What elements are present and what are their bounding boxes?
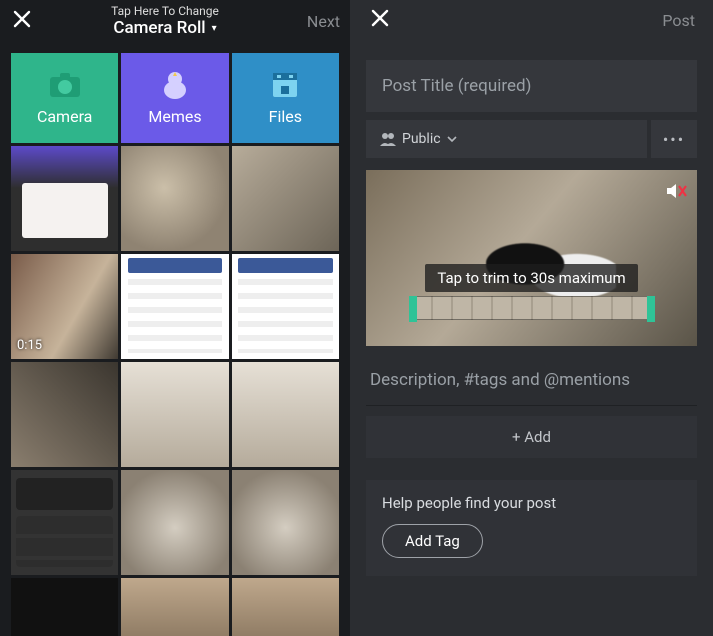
trim-handle-right[interactable] <box>647 296 655 322</box>
source-memes-label: Memes <box>148 107 201 126</box>
trim-overlay: Tap to trim to 30s maximum <box>384 264 679 320</box>
source-camera[interactable]: Camera <box>11 53 118 143</box>
privacy-selector[interactable]: Public <box>366 120 647 158</box>
close-composer-button[interactable] <box>368 8 392 33</box>
thumbnail[interactable] <box>232 146 339 251</box>
thumbnail[interactable] <box>11 146 118 251</box>
people-icon <box>380 132 396 146</box>
speaker-muted-icon <box>665 181 687 201</box>
thumbnail[interactable] <box>11 470 118 575</box>
video-duration: 0:15 <box>17 338 42 353</box>
close-icon <box>13 10 31 28</box>
camera-icon <box>48 71 82 99</box>
post-title-placeholder: Post Title (required) <box>382 76 531 96</box>
composer-header: Post <box>350 0 713 48</box>
media-picker-panel: Tap Here To Change Camera Roll ▾ Next Ca… <box>0 0 350 636</box>
tag-hint: Help people find your post <box>382 494 681 512</box>
ellipsis-icon: ••• <box>663 130 685 149</box>
video-preview[interactable]: Tap to trim to 30s maximum <box>366 170 697 346</box>
picker-header: Tap Here To Change Camera Roll ▾ Next <box>0 0 350 48</box>
thumbnail[interactable] <box>121 254 228 359</box>
thumbnail[interactable] <box>121 578 228 636</box>
tag-section: Help people find your post Add Tag <box>366 480 697 576</box>
thumbnail[interactable] <box>232 578 339 636</box>
thumbnail[interactable] <box>11 362 118 467</box>
source-files-label: Files <box>269 107 302 126</box>
memes-icon <box>158 71 192 99</box>
close-icon <box>371 9 389 27</box>
gallery: 0:15 <box>0 146 350 636</box>
privacy-label: Public <box>402 131 441 147</box>
thumbnail[interactable] <box>232 362 339 467</box>
mute-toggle[interactable] <box>665 180 687 202</box>
thumbnail[interactable] <box>121 146 228 251</box>
add-media-button[interactable]: + Add <box>366 416 697 458</box>
trim-hint: Tap to trim to 30s maximum <box>425 264 637 292</box>
description-placeholder: Description, #tags and @mentions <box>370 370 630 390</box>
next-button[interactable]: Next <box>296 12 340 31</box>
gallery-grid: 0:15 <box>11 146 339 636</box>
album-selector[interactable]: Tap Here To Change Camera Roll ▾ <box>34 4 296 39</box>
description-input[interactable]: Description, #tags and @mentions <box>366 354 697 406</box>
thumbnail[interactable] <box>232 254 339 359</box>
post-title-input[interactable]: Post Title (required) <box>366 60 697 112</box>
chevron-down-icon: ▾ <box>212 23 217 34</box>
add-media-label: + Add <box>512 428 551 446</box>
post-button[interactable]: Post <box>662 11 695 30</box>
source-memes[interactable]: Memes <box>121 53 228 143</box>
thumbnail[interactable] <box>121 470 228 575</box>
source-files[interactable]: Files <box>232 53 339 143</box>
thumbnail[interactable] <box>11 578 118 636</box>
thumbnail[interactable] <box>232 470 339 575</box>
source-row: Camera Memes Files <box>0 48 350 146</box>
add-tag-button[interactable]: Add Tag <box>382 524 483 558</box>
trim-handle-left[interactable] <box>409 296 417 322</box>
add-tag-label: Add Tag <box>405 532 460 550</box>
files-icon <box>268 71 302 99</box>
album-hint: Tap Here To Change <box>34 4 296 18</box>
source-camera-label: Camera <box>37 107 92 126</box>
composer-form: Post Title (required) Public ••• <box>350 48 713 576</box>
more-options-button[interactable]: ••• <box>651 120 697 158</box>
album-title: Camera Roll <box>113 18 205 38</box>
thumbnail-video[interactable]: 0:15 <box>11 254 118 359</box>
post-composer-panel: Post Post Title (required) Public ••• <box>350 0 713 636</box>
thumbnail[interactable] <box>121 362 228 467</box>
chevron-down-icon <box>447 134 457 144</box>
close-picker-button[interactable] <box>10 9 34 34</box>
trim-bar[interactable] <box>412 296 652 320</box>
